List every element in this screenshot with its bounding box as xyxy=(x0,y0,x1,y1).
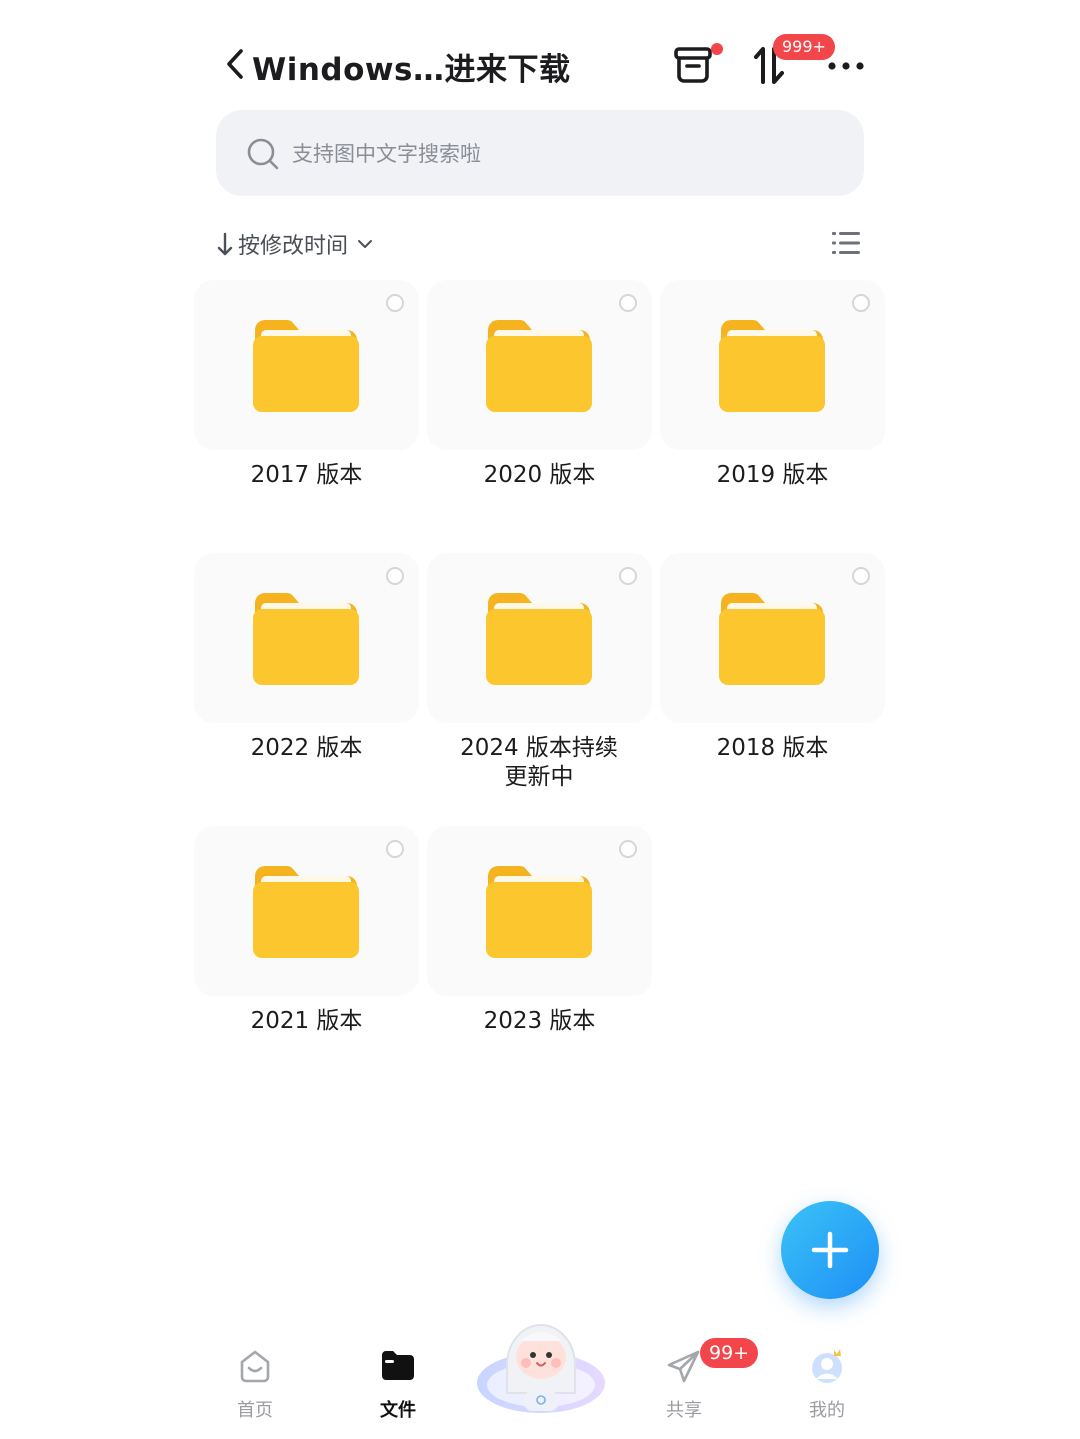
notification-dot xyxy=(711,43,723,55)
folder-name: 2018 版本 xyxy=(716,735,829,761)
nav-me-label: 我的 xyxy=(809,1400,845,1421)
share-count-badge: 99+ xyxy=(700,1338,759,1368)
home-icon xyxy=(240,1350,270,1383)
folder-name: 2021 版本 xyxy=(250,1008,363,1034)
folder-name: 2023 版本 xyxy=(483,1008,596,1034)
folder-card[interactable] xyxy=(660,280,885,450)
profile-icon xyxy=(812,1349,842,1383)
select-checkbox[interactable] xyxy=(619,840,637,858)
page-title: Windows…进来下载 xyxy=(252,52,571,88)
nav-home[interactable]: 首页 xyxy=(210,1346,300,1426)
folder-card[interactable] xyxy=(427,553,652,723)
search-icon xyxy=(247,138,279,170)
select-checkbox[interactable] xyxy=(619,567,637,585)
folder-name: 2022 版本 xyxy=(250,735,363,761)
folder-icon xyxy=(486,320,592,412)
folder-name: 2020 版本 xyxy=(483,462,596,488)
folder-card[interactable] xyxy=(427,280,652,450)
nav-me[interactable]: 我的 xyxy=(782,1346,872,1426)
folder-icon xyxy=(253,320,359,412)
select-checkbox[interactable] xyxy=(386,294,404,312)
folder-icon xyxy=(486,866,592,958)
add-button[interactable] xyxy=(781,1201,879,1299)
folder-icon xyxy=(719,593,825,685)
folder-name: 2017 版本 xyxy=(250,462,363,488)
folder-name: 2024 版本持续更新中 xyxy=(460,735,618,790)
nav-share-label: 共享 xyxy=(666,1400,702,1421)
search-input[interactable] xyxy=(290,134,834,174)
recycle-bin-icon[interactable] xyxy=(672,44,714,86)
folder-icon xyxy=(486,593,592,685)
folder-card[interactable] xyxy=(660,553,885,723)
mascot-avatar-icon[interactable] xyxy=(474,1305,608,1417)
select-checkbox[interactable] xyxy=(619,294,637,312)
paper-plane-icon xyxy=(667,1350,700,1383)
sort-label: 按修改时间 xyxy=(238,234,349,259)
select-checkbox[interactable] xyxy=(852,294,870,312)
select-checkbox[interactable] xyxy=(386,567,404,585)
folder-card[interactable] xyxy=(194,553,419,723)
nav-files-label: 文件 xyxy=(380,1400,416,1421)
folder-icon xyxy=(382,1351,414,1380)
folder-card[interactable] xyxy=(194,280,419,450)
folder-icon xyxy=(253,593,359,685)
folder-icon xyxy=(253,866,359,958)
folder-card[interactable] xyxy=(427,826,652,996)
search-bar[interactable] xyxy=(216,110,864,196)
chevron-down-icon xyxy=(358,240,373,248)
sort-down-arrow-icon xyxy=(217,232,233,256)
select-checkbox[interactable] xyxy=(852,567,870,585)
folder-card[interactable] xyxy=(194,826,419,996)
select-checkbox[interactable] xyxy=(386,840,404,858)
plus-icon xyxy=(811,1231,849,1269)
list-view-icon[interactable] xyxy=(832,230,860,256)
more-dots-icon[interactable] xyxy=(826,54,866,78)
nav-files[interactable]: 文件 xyxy=(353,1346,443,1426)
nav-home-label: 首页 xyxy=(237,1400,273,1421)
folder-icon xyxy=(719,320,825,412)
sort-dropdown[interactable]: 按修改时间 xyxy=(216,228,374,260)
folder-name: 2019 版本 xyxy=(716,462,829,488)
back-chevron-icon[interactable] xyxy=(222,46,250,82)
